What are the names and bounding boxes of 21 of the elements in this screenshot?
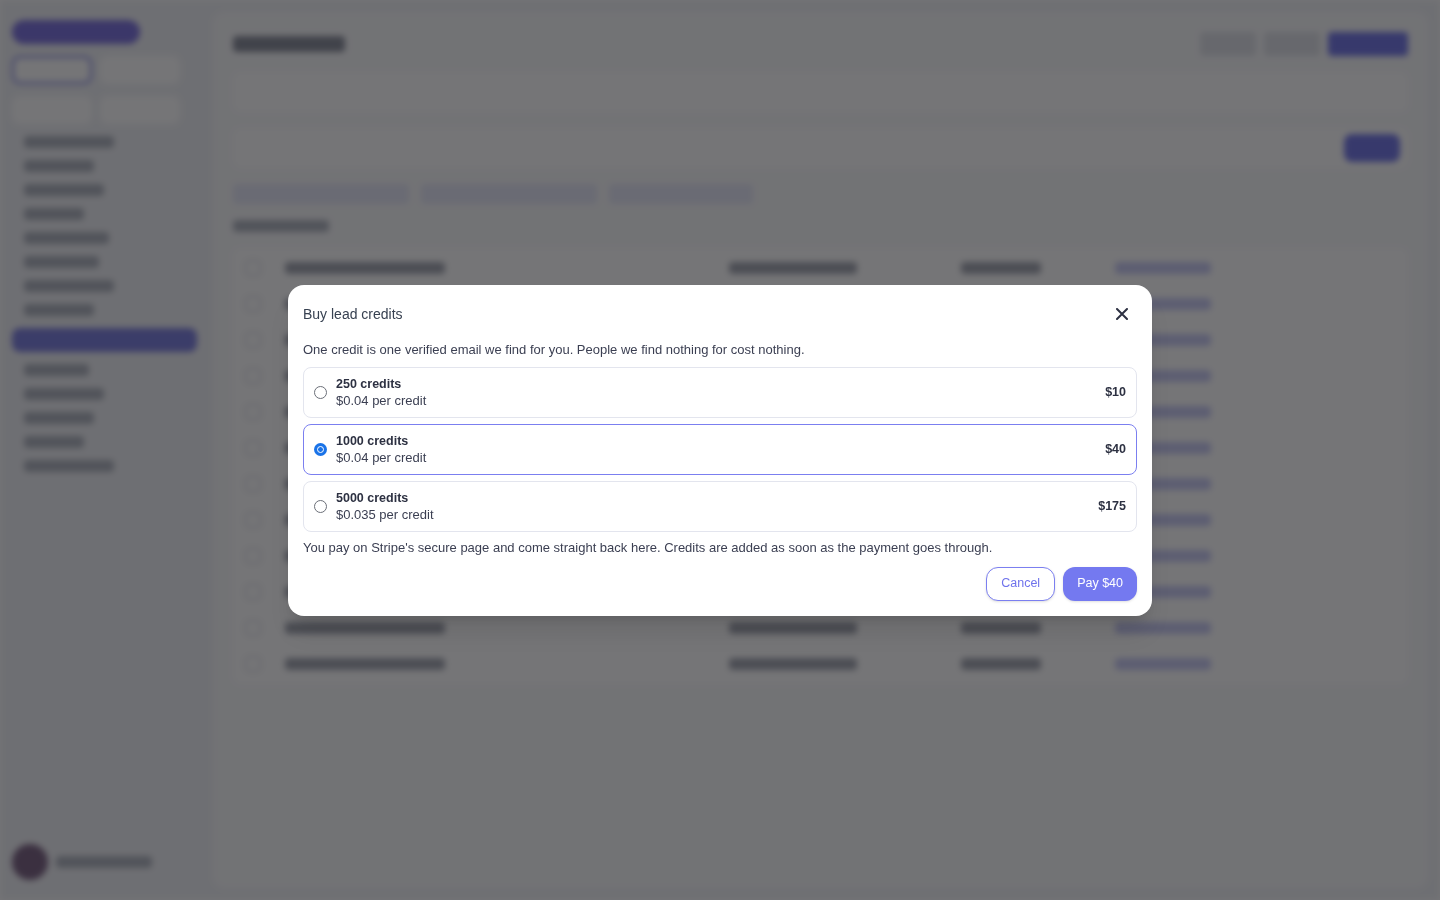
credit-package-option[interactable]: 1000 credits $0.04 per credit $40 [303, 423, 1137, 475]
radio-button[interactable] [314, 442, 327, 456]
per-credit-price: $0.035 per credit [336, 506, 435, 523]
per-credit-price: $0.04 per credit [336, 392, 428, 409]
credit-package-option[interactable]: 250 credits $0.04 per credit $10 [303, 366, 1137, 418]
dialog-description: One credit is one verified email we find for you. People we find nothing for cost nothing. [303, 341, 806, 358]
credits-amount: 5000 credits [336, 489, 410, 506]
credits-amount: 250 credits [336, 375, 403, 392]
dialog-title: Buy lead credits [303, 304, 403, 323]
credit-package-option[interactable]: 5000 credits $0.035 per credit $175 [303, 480, 1137, 532]
package-price: $175 [1098, 498, 1126, 514]
credits-amount: 1000 credits [336, 432, 410, 449]
radio-button[interactable] [314, 385, 327, 399]
per-credit-price: $0.04 per credit [336, 449, 428, 466]
radio-button[interactable] [314, 499, 327, 513]
package-price: $10 [1105, 384, 1126, 400]
close-icon [1116, 307, 1128, 320]
package-price: $40 [1105, 441, 1126, 457]
payment-note: You pay on Stripe's secure page and come straight back here. Credits are added as soon as the payment goes through. [303, 539, 994, 556]
pay-button[interactable]: Pay $40 [1063, 566, 1137, 601]
cancel-button[interactable]: Cancel [986, 566, 1056, 601]
